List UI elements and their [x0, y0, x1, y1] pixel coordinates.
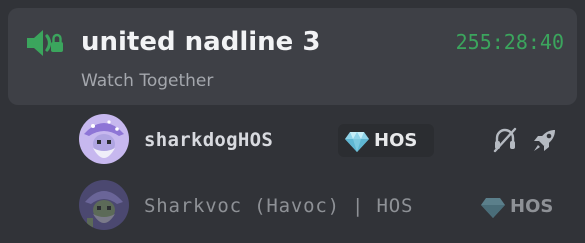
voice-activity-icon — [27, 30, 63, 56]
activity-label: Watch Together — [81, 71, 214, 91]
deafened-icon — [493, 127, 517, 153]
channel-name: united nadline 3 — [81, 27, 321, 57]
member-name: sharkdogHOS — [144, 129, 274, 151]
guild-tag: HOS — [338, 124, 434, 157]
rocket-icon — [534, 130, 555, 151]
wizard-avatar — [79, 180, 129, 230]
member-name: Sharkvoc (Havoc) | HOS — [144, 195, 414, 217]
voice-timer: 255:28:40 — [455, 30, 564, 54]
gem-icon — [345, 131, 369, 152]
gem-icon — [481, 197, 505, 218]
wizard-avatar — [79, 114, 129, 164]
guild-tag: HOS — [474, 190, 554, 223]
guild-tag-label: HOS — [374, 129, 418, 151]
voice-channel-card[interactable]: united nadline 3 255:28:40 Watch Togethe… — [8, 8, 577, 105]
voice-member-row[interactable]: Sharkvoc (Havoc) | HOS HOS — [79, 180, 585, 232]
voice-member-row[interactable]: sharkdogHOS HOS — [79, 114, 585, 166]
guild-tag-label: HOS — [510, 195, 554, 217]
status-icons — [491, 126, 559, 154]
